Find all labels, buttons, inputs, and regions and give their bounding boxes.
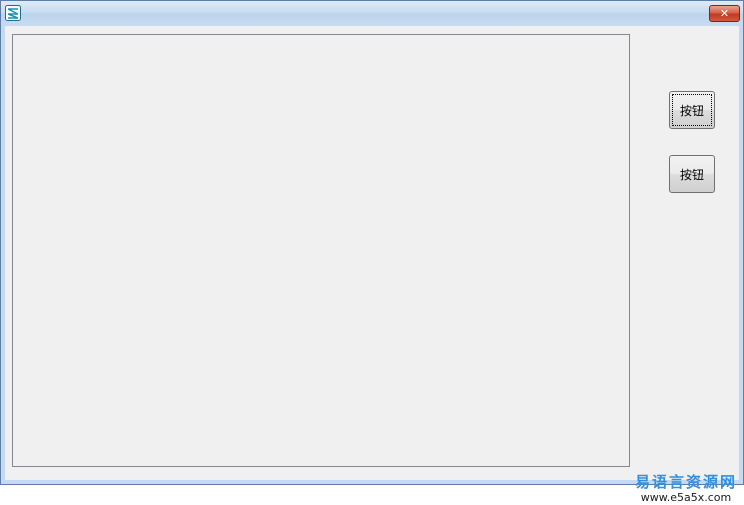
watermark: 易语言资源网 www.e5a5x.com [630,474,742,505]
close-button[interactable]: ✕ [709,5,740,22]
client-area: 按钮 按钮 易语言资源网 www.e5a5x.com [5,26,739,504]
edit-box[interactable] [12,34,630,467]
app-icon[interactable] [5,5,21,21]
title-bar[interactable]: ✕ [1,1,743,25]
close-icon: ✕ [719,7,730,20]
watermark-title: 易语言资源网 [634,473,737,491]
app-window: ✕ 按钮 按钮 易语言资源网 www.e5a5x.com [0,0,744,504]
watermark-url: www.e5a5x.com [640,491,732,504]
button-2[interactable]: 按钮 [669,155,715,193]
button-1[interactable]: 按钮 [669,91,715,129]
button-2-label: 按钮 [679,167,704,182]
button-1-label: 按钮 [679,103,704,118]
